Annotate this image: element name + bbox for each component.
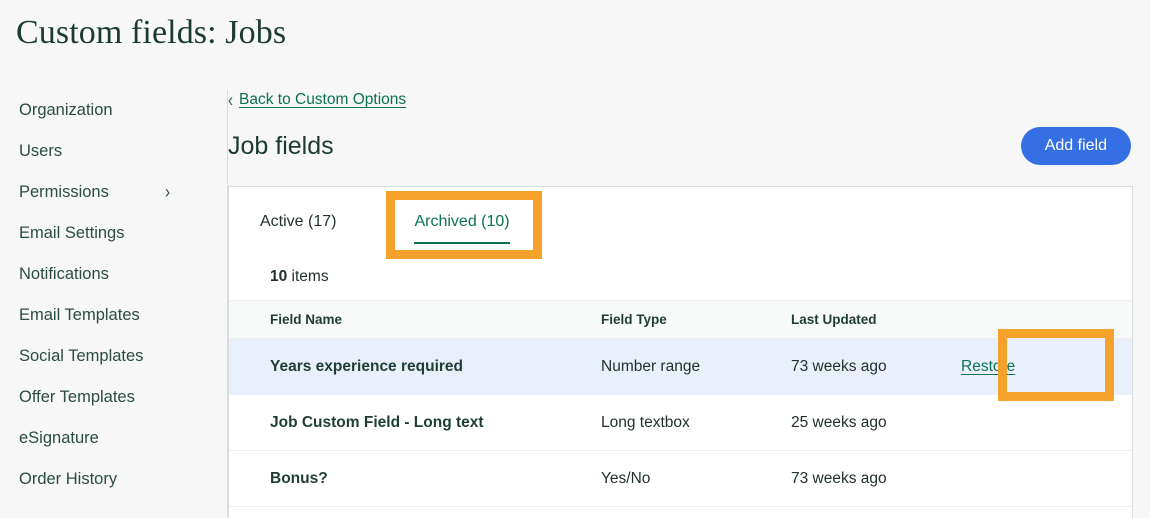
section-title: Job fields (228, 131, 334, 160)
sidebar-item-label: Users (19, 142, 63, 160)
sidebar-item-label: Permissions (19, 183, 109, 201)
cell-field-type: Long textbox (601, 394, 791, 451)
tab-bar: Active (17) Archived (10) (229, 187, 1132, 258)
sidebar-item-label: Notifications (19, 265, 109, 283)
cell-field-name: Years experience required (229, 338, 601, 395)
sidebar-item-label: Organization (19, 101, 113, 119)
sidebar-item-label: Order History (19, 470, 118, 488)
table-body: Years experience required Number range 7… (229, 338, 1132, 507)
cell-last-updated: 73 weeks ago (791, 450, 961, 507)
item-count: 10 items (229, 258, 1132, 300)
tab-archived[interactable]: Archived (10) (414, 213, 510, 244)
table-head: Field Name Field Type Last Updated (229, 300, 1132, 339)
add-field-button[interactable]: Add field (1020, 127, 1131, 165)
section-header: Job fields Add field (228, 127, 1131, 165)
column-header-last-updated: Last Updated (791, 300, 961, 339)
restore-link[interactable]: Restore (961, 358, 1015, 375)
sidebar-item-label: Social Templates (19, 347, 144, 365)
tab-active[interactable]: Active (17) (260, 213, 336, 242)
sidebar-item-label: eSignature (19, 429, 99, 447)
sidebar-item-label: Offer Templates (19, 388, 135, 406)
cell-last-updated: 73 weeks ago (791, 338, 961, 395)
cell-action: Restore (961, 338, 1132, 395)
table-row[interactable]: Bonus? Yes/No 73 weeks ago (229, 450, 1132, 507)
sidebar-item-permissions[interactable]: Permissions › (0, 172, 227, 213)
item-count-suffix: items (287, 268, 329, 285)
sidebar-item-email-templates[interactable]: Email Templates (0, 295, 227, 336)
cell-last-updated: 25 weeks ago (791, 394, 961, 451)
job-fields-table: Field Name Field Type Last Updated Years… (229, 300, 1132, 507)
sidebar: Organization Users Permissions › Email S… (0, 90, 228, 518)
sidebar-item-social-templates[interactable]: Social Templates (0, 336, 227, 377)
cell-action (961, 450, 1132, 507)
back-to-custom-options-link[interactable]: ‹ Back to Custom Options (228, 88, 407, 112)
back-link-label: Back to Custom Options (239, 91, 407, 108)
cell-field-name: Bonus? (229, 450, 601, 507)
table-row[interactable]: Job Custom Field - Long text Long textbo… (229, 394, 1132, 451)
sidebar-item-users[interactable]: Users (0, 131, 227, 172)
column-header-field-name: Field Name (229, 300, 601, 339)
cell-field-type: Yes/No (601, 450, 791, 507)
sidebar-item-label: Email Templates (19, 306, 140, 324)
table-header-row: Field Name Field Type Last Updated (229, 300, 1132, 339)
sidebar-item-organization[interactable]: Organization (0, 90, 227, 131)
cell-action (961, 394, 1132, 451)
table-row[interactable]: Years experience required Number range 7… (229, 338, 1132, 395)
cell-field-name: Job Custom Field - Long text (229, 394, 601, 451)
item-count-number: 10 (270, 268, 288, 285)
job-fields-card: Active (17) Archived (10) 10 items Field… (228, 186, 1133, 518)
cell-field-type: Number range (601, 338, 791, 395)
sidebar-item-esignature[interactable]: eSignature (0, 418, 227, 459)
sidebar-item-email-settings[interactable]: Email Settings (0, 213, 227, 254)
sidebar-item-label: Email Settings (19, 224, 125, 242)
chevron-right-icon: › (165, 181, 170, 204)
page-title: Custom fields: Jobs (16, 14, 287, 51)
chevron-left-icon: ‹ (228, 88, 233, 112)
main-content: ‹ Back to Custom Options Job fields Add … (228, 82, 1150, 518)
column-header-actions (961, 300, 1132, 339)
sidebar-item-order-history[interactable]: Order History (0, 459, 227, 500)
column-header-field-type: Field Type (601, 300, 791, 339)
sidebar-item-offer-templates[interactable]: Offer Templates (0, 377, 227, 418)
sidebar-item-notifications[interactable]: Notifications (0, 254, 227, 295)
